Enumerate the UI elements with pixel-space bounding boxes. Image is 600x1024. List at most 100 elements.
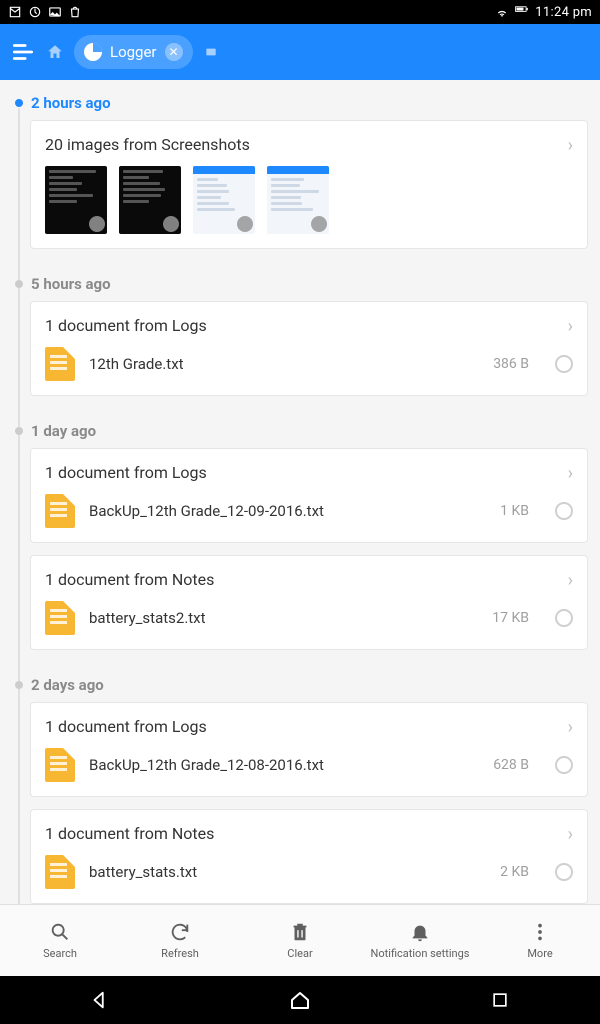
card[interactable]: 1 document from Logs› BackUp_12th Grade_1… bbox=[30, 702, 588, 797]
mail-icon bbox=[8, 5, 22, 19]
select-radio[interactable] bbox=[555, 609, 573, 627]
card[interactable]: 1 document from Notes› battery_stats.txt 2… bbox=[30, 809, 588, 904]
time-label: 2 days ago bbox=[18, 662, 600, 702]
file-row[interactable]: battery_stats.txt 2 KB bbox=[45, 855, 573, 889]
document-icon bbox=[45, 748, 75, 782]
card-title: 20 images from Screenshots bbox=[45, 135, 573, 154]
timeline-dot bbox=[15, 280, 23, 288]
home-icon[interactable] bbox=[46, 43, 64, 61]
action-clear-label: Clear bbox=[287, 947, 312, 960]
file-row[interactable]: 12th Grade.txt 386 B bbox=[45, 347, 573, 381]
clock-text: 11:24 pm bbox=[535, 5, 592, 20]
card-title: 1 document from Logs bbox=[45, 463, 573, 482]
chevron-right-icon: › bbox=[568, 717, 573, 738]
nav-recent[interactable] bbox=[455, 990, 545, 1010]
timeline-dot bbox=[15, 427, 23, 435]
card[interactable]: 1 document from Notes› battery_stats2.txt… bbox=[30, 555, 588, 650]
card-title: 1 document from Logs bbox=[45, 316, 573, 335]
file-row[interactable]: BackUp_12th Grade_12-09-2016.txt 1 KB bbox=[45, 494, 573, 528]
time-label-text: 5 hours ago bbox=[31, 275, 111, 293]
card[interactable]: 1 document from Logs› 12th Grade.txt 386 B bbox=[30, 301, 588, 396]
screenshot-thumb[interactable] bbox=[119, 166, 181, 234]
select-radio[interactable] bbox=[555, 502, 573, 520]
card[interactable]: 1 document from Logs› BackUp_12th Grade_1… bbox=[30, 448, 588, 543]
chevron-right-icon: › bbox=[568, 135, 573, 156]
action-search[interactable]: Search bbox=[0, 905, 120, 976]
content-scroll[interactable]: 2 hours ago20 images from Screenshots›5 … bbox=[0, 80, 600, 904]
timeline-dot bbox=[15, 99, 23, 107]
file-name: battery_stats2.txt bbox=[89, 609, 478, 627]
timeline-dot bbox=[15, 681, 23, 689]
card-title: 1 document from Notes bbox=[45, 824, 573, 843]
battery-icon bbox=[515, 5, 529, 19]
chevron-right-icon: › bbox=[568, 316, 573, 337]
time-label-text: 2 hours ago bbox=[31, 94, 111, 112]
nav-bar bbox=[0, 976, 600, 1024]
file-row[interactable]: battery_stats2.txt 17 KB bbox=[45, 601, 573, 635]
app-bar: Logger ✕ bbox=[0, 24, 600, 80]
card-title: 1 document from Notes bbox=[45, 570, 573, 589]
action-clear[interactable]: Clear bbox=[240, 905, 360, 976]
file-row[interactable]: BackUp_12th Grade_12-08-2016.txt 628 B bbox=[45, 748, 573, 782]
document-icon bbox=[45, 601, 75, 635]
image-icon bbox=[48, 5, 62, 19]
file-size: 1 KB bbox=[500, 503, 529, 519]
file-size: 2 KB bbox=[500, 864, 529, 880]
file-name: battery_stats.txt bbox=[89, 863, 486, 881]
wifi-icon bbox=[495, 5, 509, 19]
action-notifications[interactable]: Notification settings bbox=[360, 905, 480, 976]
action-search-label: Search bbox=[43, 947, 77, 960]
file-name: BackUp_12th Grade_12-09-2016.txt bbox=[89, 502, 486, 520]
card-title: 1 document from Logs bbox=[45, 717, 573, 736]
action-more[interactable]: More bbox=[480, 905, 600, 976]
search-icon bbox=[49, 921, 71, 943]
more-icon bbox=[529, 921, 551, 943]
action-refresh-label: Refresh bbox=[161, 947, 199, 960]
document-icon bbox=[45, 494, 75, 528]
action-bar: Search Refresh Clear Notification settin… bbox=[0, 904, 600, 976]
select-radio[interactable] bbox=[555, 863, 573, 881]
action-more-label: More bbox=[527, 947, 552, 960]
action-refresh[interactable]: Refresh bbox=[120, 905, 240, 976]
tab-extra-icon[interactable] bbox=[203, 44, 219, 60]
time-label: 2 hours ago bbox=[18, 80, 600, 120]
bell-icon bbox=[409, 921, 431, 943]
file-name: BackUp_12th Grade_12-08-2016.txt bbox=[89, 756, 479, 774]
close-icon[interactable]: ✕ bbox=[165, 43, 183, 61]
refresh-icon bbox=[169, 921, 191, 943]
nav-back[interactable] bbox=[55, 989, 145, 1011]
sync-icon bbox=[28, 5, 42, 19]
document-icon bbox=[45, 347, 75, 381]
store-icon bbox=[68, 5, 82, 19]
file-size: 17 KB bbox=[492, 610, 529, 626]
select-radio[interactable] bbox=[555, 756, 573, 774]
card[interactable]: 20 images from Screenshots› bbox=[30, 120, 588, 249]
tab-logger[interactable]: Logger ✕ bbox=[74, 35, 193, 69]
tab-logger-icon bbox=[84, 43, 102, 61]
tab-logger-label: Logger bbox=[110, 43, 157, 61]
menu-icon[interactable] bbox=[10, 39, 36, 65]
chevron-right-icon: › bbox=[568, 463, 573, 484]
action-notifications-label: Notification settings bbox=[371, 947, 470, 960]
file-name: 12th Grade.txt bbox=[89, 355, 479, 373]
screenshot-thumb[interactable] bbox=[193, 166, 255, 234]
select-radio[interactable] bbox=[555, 355, 573, 373]
chevron-right-icon: › bbox=[568, 570, 573, 591]
document-icon bbox=[45, 855, 75, 889]
chevron-right-icon: › bbox=[568, 824, 573, 845]
trash-icon bbox=[289, 921, 311, 943]
status-bar: 11:24 pm bbox=[0, 0, 600, 24]
screenshot-thumb[interactable] bbox=[267, 166, 329, 234]
file-size: 386 B bbox=[493, 356, 529, 372]
time-label: 5 hours ago bbox=[18, 261, 600, 301]
nav-home[interactable] bbox=[255, 988, 345, 1012]
time-label-text: 2 days ago bbox=[31, 676, 104, 694]
thumb-badge bbox=[311, 216, 327, 232]
thumb-badge bbox=[237, 216, 253, 232]
screenshot-thumb[interactable] bbox=[45, 166, 107, 234]
thumb-badge bbox=[89, 216, 105, 232]
file-size: 628 B bbox=[493, 757, 529, 773]
thumb-badge bbox=[163, 216, 179, 232]
thumb-row bbox=[45, 166, 573, 234]
time-label-text: 1 day ago bbox=[31, 422, 96, 440]
